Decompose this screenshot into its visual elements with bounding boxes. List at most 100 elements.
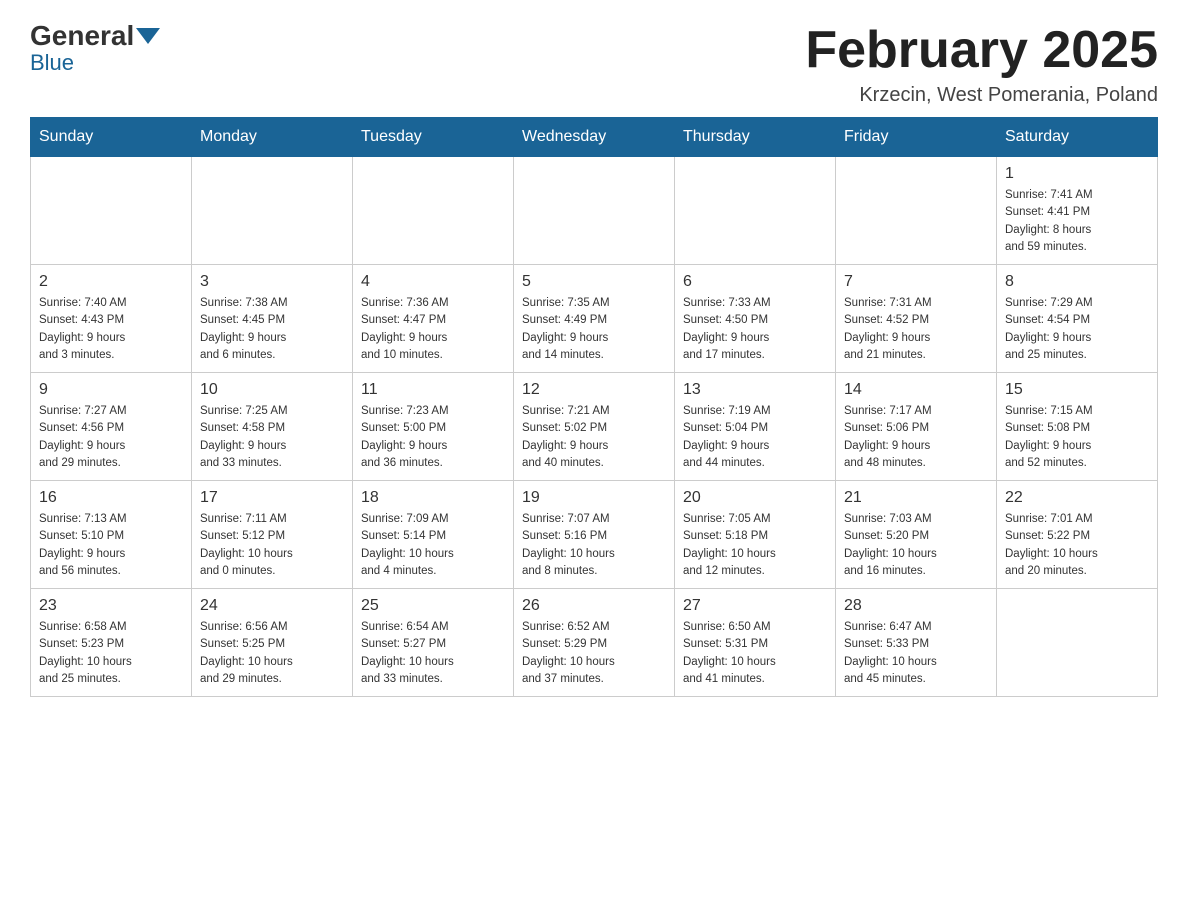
day-number: 24 — [200, 597, 344, 615]
day-number: 14 — [844, 381, 988, 399]
logo-general-text: General — [30, 20, 134, 52]
day-info: Sunrise: 7:15 AM Sunset: 5:08 PM Dayligh… — [1005, 403, 1149, 472]
page-header: General Blue February 2025 Krzecin, West… — [30, 20, 1158, 107]
day-number: 5 — [522, 273, 666, 291]
day-number: 25 — [361, 597, 505, 615]
calendar-cell: 19 Sunrise: 7:07 AM Sunset: 5:16 PM Dayli… — [514, 481, 675, 589]
day-info: Sunrise: 7:09 AM Sunset: 5:14 PM Dayligh… — [361, 511, 505, 580]
day-number: 21 — [844, 489, 988, 507]
day-info: Sunrise: 7:36 AM Sunset: 4:47 PM Dayligh… — [361, 295, 505, 364]
day-number: 10 — [200, 381, 344, 399]
header-row: SundayMondayTuesdayWednesdayThursdayFrid… — [31, 118, 1158, 157]
day-number: 16 — [39, 489, 183, 507]
calendar-cell: 10 Sunrise: 7:25 AM Sunset: 4:58 PM Dayli… — [192, 373, 353, 481]
calendar-cell — [997, 589, 1158, 697]
logo: General Blue — [30, 20, 162, 76]
calendar-cell — [353, 157, 514, 265]
calendar-cell: 23Sunrise: 6:58 AM Sunset: 5:23 PM Dayli… — [31, 589, 192, 697]
day-info: Sunrise: 7:40 AM Sunset: 4:43 PM Dayligh… — [39, 295, 183, 364]
day-number: 1 — [1005, 165, 1149, 183]
day-number: 2 — [39, 273, 183, 291]
day-info: Sunrise: 7:41 AM Sunset: 4:41 PM Dayligh… — [1005, 187, 1149, 256]
calendar-body: 1 Sunrise: 7:41 AM Sunset: 4:41 PM Daylig… — [31, 157, 1158, 697]
calendar-cell: 28 Sunrise: 6:47 AM Sunset: 5:33 PM Dayli… — [836, 589, 997, 697]
calendar-cell — [675, 157, 836, 265]
calendar-cell: 25 Sunrise: 6:54 AM Sunset: 5:27 PM Dayli… — [353, 589, 514, 697]
day-number: 13 — [683, 381, 827, 399]
calendar-cell: 7Sunrise: 7:31 AM Sunset: 4:52 PM Daylig… — [836, 265, 997, 373]
day-info: Sunrise: 7:25 AM Sunset: 4:58 PM Dayligh… — [200, 403, 344, 472]
month-title: February 2025 — [805, 20, 1158, 80]
day-number: 17 — [200, 489, 344, 507]
calendar-cell — [192, 157, 353, 265]
calendar-header: SundayMondayTuesdayWednesdayThursdayFrid… — [31, 118, 1158, 157]
day-info: Sunrise: 7:19 AM Sunset: 5:04 PM Dayligh… — [683, 403, 827, 472]
day-number: 11 — [361, 381, 505, 399]
calendar-cell: 12Sunrise: 7:21 AM Sunset: 5:02 PM Dayli… — [514, 373, 675, 481]
calendar-week-3: 9 Sunrise: 7:27 AM Sunset: 4:56 PM Daylig… — [31, 373, 1158, 481]
calendar-cell: 8Sunrise: 7:29 AM Sunset: 4:54 PM Daylig… — [997, 265, 1158, 373]
calendar-cell: 15Sunrise: 7:15 AM Sunset: 5:08 PM Dayli… — [997, 373, 1158, 481]
day-info: Sunrise: 6:52 AM Sunset: 5:29 PM Dayligh… — [522, 619, 666, 688]
column-header-friday: Friday — [836, 118, 997, 157]
calendar-cell: 22 Sunrise: 7:01 AM Sunset: 5:22 PM Dayli… — [997, 481, 1158, 589]
day-info: Sunrise: 7:07 AM Sunset: 5:16 PM Dayligh… — [522, 511, 666, 580]
calendar-cell: 5 Sunrise: 7:35 AM Sunset: 4:49 PM Daylig… — [514, 265, 675, 373]
day-info: Sunrise: 7:13 AM Sunset: 5:10 PM Dayligh… — [39, 511, 183, 580]
calendar-cell: 11 Sunrise: 7:23 AM Sunset: 5:00 PM Dayli… — [353, 373, 514, 481]
column-header-thursday: Thursday — [675, 118, 836, 157]
logo-arrow-icon — [136, 28, 160, 44]
day-info: Sunrise: 6:47 AM Sunset: 5:33 PM Dayligh… — [844, 619, 988, 688]
location-text: Krzecin, West Pomerania, Poland — [805, 84, 1158, 107]
day-info: Sunrise: 7:03 AM Sunset: 5:20 PM Dayligh… — [844, 511, 988, 580]
calendar-cell — [514, 157, 675, 265]
day-number: 4 — [361, 273, 505, 291]
calendar-cell: 21 Sunrise: 7:03 AM Sunset: 5:20 PM Dayli… — [836, 481, 997, 589]
calendar-cell: 16 Sunrise: 7:13 AM Sunset: 5:10 PM Dayli… — [31, 481, 192, 589]
column-header-wednesday: Wednesday — [514, 118, 675, 157]
logo-blue-text: Blue — [30, 50, 74, 76]
calendar-cell: 26 Sunrise: 6:52 AM Sunset: 5:29 PM Dayli… — [514, 589, 675, 697]
calendar-cell: 6 Sunrise: 7:33 AM Sunset: 4:50 PM Daylig… — [675, 265, 836, 373]
day-info: Sunrise: 7:17 AM Sunset: 5:06 PM Dayligh… — [844, 403, 988, 472]
calendar-cell: 14 Sunrise: 7:17 AM Sunset: 5:06 PM Dayli… — [836, 373, 997, 481]
day-info: Sunrise: 7:01 AM Sunset: 5:22 PM Dayligh… — [1005, 511, 1149, 580]
day-info: Sunrise: 7:29 AM Sunset: 4:54 PM Dayligh… — [1005, 295, 1149, 364]
calendar-cell — [31, 157, 192, 265]
calendar-week-2: 2 Sunrise: 7:40 AM Sunset: 4:43 PM Daylig… — [31, 265, 1158, 373]
calendar-cell: 24 Sunrise: 6:56 AM Sunset: 5:25 PM Dayli… — [192, 589, 353, 697]
day-number: 6 — [683, 273, 827, 291]
calendar-cell: 1 Sunrise: 7:41 AM Sunset: 4:41 PM Daylig… — [997, 157, 1158, 265]
day-info: Sunrise: 7:23 AM Sunset: 5:00 PM Dayligh… — [361, 403, 505, 472]
day-info: Sunrise: 7:38 AM Sunset: 4:45 PM Dayligh… — [200, 295, 344, 364]
day-number: 3 — [200, 273, 344, 291]
day-number: 26 — [522, 597, 666, 615]
column-header-monday: Monday — [192, 118, 353, 157]
column-header-sunday: Sunday — [31, 118, 192, 157]
day-info: Sunrise: 7:21 AM Sunset: 5:02 PM Dayligh… — [522, 403, 666, 472]
day-info: Sunrise: 7:33 AM Sunset: 4:50 PM Dayligh… — [683, 295, 827, 364]
day-number: 28 — [844, 597, 988, 615]
calendar-cell: 3 Sunrise: 7:38 AM Sunset: 4:45 PM Daylig… — [192, 265, 353, 373]
calendar-week-5: 23Sunrise: 6:58 AM Sunset: 5:23 PM Dayli… — [31, 589, 1158, 697]
calendar-table: SundayMondayTuesdayWednesdayThursdayFrid… — [30, 117, 1158, 697]
day-info: Sunrise: 6:56 AM Sunset: 5:25 PM Dayligh… — [200, 619, 344, 688]
day-number: 27 — [683, 597, 827, 615]
column-header-saturday: Saturday — [997, 118, 1158, 157]
title-section: February 2025 Krzecin, West Pomerania, P… — [805, 20, 1158, 107]
day-number: 9 — [39, 381, 183, 399]
day-info: Sunrise: 7:05 AM Sunset: 5:18 PM Dayligh… — [683, 511, 827, 580]
day-info: Sunrise: 7:31 AM Sunset: 4:52 PM Dayligh… — [844, 295, 988, 364]
day-info: Sunrise: 7:11 AM Sunset: 5:12 PM Dayligh… — [200, 511, 344, 580]
calendar-week-4: 16 Sunrise: 7:13 AM Sunset: 5:10 PM Dayli… — [31, 481, 1158, 589]
calendar-week-1: 1 Sunrise: 7:41 AM Sunset: 4:41 PM Daylig… — [31, 157, 1158, 265]
day-number: 22 — [1005, 489, 1149, 507]
day-number: 20 — [683, 489, 827, 507]
day-info: Sunrise: 7:35 AM Sunset: 4:49 PM Dayligh… — [522, 295, 666, 364]
calendar-cell: 18Sunrise: 7:09 AM Sunset: 5:14 PM Dayli… — [353, 481, 514, 589]
day-info: Sunrise: 7:27 AM Sunset: 4:56 PM Dayligh… — [39, 403, 183, 472]
day-number: 19 — [522, 489, 666, 507]
day-info: Sunrise: 6:50 AM Sunset: 5:31 PM Dayligh… — [683, 619, 827, 688]
calendar-cell: 27 Sunrise: 6:50 AM Sunset: 5:31 PM Dayli… — [675, 589, 836, 697]
day-info: Sunrise: 6:54 AM Sunset: 5:27 PM Dayligh… — [361, 619, 505, 688]
